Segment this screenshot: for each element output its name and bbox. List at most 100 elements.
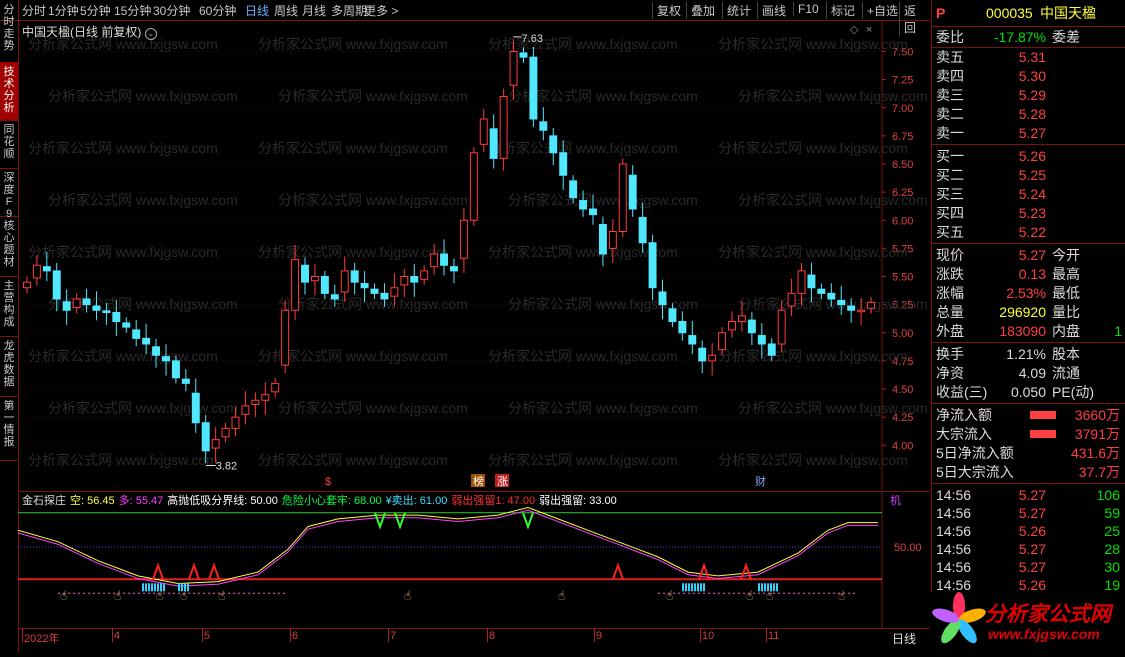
left-tab-4[interactable]: 核心题材 [0,216,18,277]
volume-bar [694,583,696,592]
flow-label: 净流入额 [936,407,992,423]
indicator-svg[interactable]: 50.00 机 ☝ ☝ ☝ ☝ ☝ ☝ ☝ ☝ ☝ ☝ ☝ [17,492,930,628]
divider [932,26,1125,27]
candle [62,289,71,325]
hand-pointer-icon: ☝ [114,588,121,602]
volume-bar [776,583,778,592]
period-tab-2[interactable]: 5分钟 [80,2,111,19]
bid-label: 买二 [936,167,964,183]
left-tab-1[interactable]: 技术分析 [0,62,18,121]
kline-chart[interactable]: 7.50 7.25 7.00 6.75 6.50 6.25 6.00 5.75 5.50 5.25… [18,21,930,489]
period-tab-5[interactable]: 60分钟 [199,2,236,19]
candle [221,422,230,443]
stat-label: 总量 [936,304,964,320]
period-tab-0[interactable]: 分时 [22,2,46,19]
time-label: 9 [596,630,603,642]
left-tab-3[interactable]: 深度F9 [0,168,18,220]
stat-label2: 今开 [1052,247,1080,263]
period-tab-1[interactable]: 1分钟 [48,2,79,19]
flow-label: 大宗流入 [936,426,992,442]
stat-value: 183090 [999,323,1046,339]
diamond-icon[interactable]: ◇ [850,24,859,36]
period-tab-3[interactable]: 15分钟 [114,2,151,19]
fundamental-row: 净资 4.09 流通 [936,364,1122,382]
price-tick-label: 7.00 [892,103,913,115]
indicator-item: ¥卖出: 61.00 [385,495,448,507]
left-tab-label: 核心题材 [3,220,15,268]
volume-bar [761,583,763,592]
watermark-text: 分析家公式网 www.fxjgsw.com [48,400,238,416]
volume-bar [688,583,690,592]
bid-price: 5.26 [1018,148,1046,164]
period-tab-4[interactable]: 30分钟 [153,2,190,19]
price-tick-label: 5.50 [892,272,913,284]
left-tab-2[interactable]: 同花顺 [0,120,18,169]
toolbar-action-2[interactable]: 统计 [722,2,755,19]
toolbar-action-3[interactable]: 画线 [757,2,790,19]
period-tab-7[interactable]: 周线 [274,2,298,19]
tick-volume: 30 [1104,559,1120,575]
toolbar-action-5[interactable]: 标记 [826,2,859,19]
candle [122,317,131,333]
indicator-pane[interactable]: 50.00 机 ☝ ☝ ☝ ☝ ☝ ☝ ☝ ☝ ☝ ☝ ☝ [17,491,930,628]
toolbar-action-1[interactable]: 叠加 [686,2,719,19]
chart-marker[interactable]: 财 [755,474,766,488]
watermark-text: 分析家公式网 www.fxjgsw.com [278,88,468,104]
fund-label2: PE(动) [1052,384,1094,400]
chart-marker[interactable]: $ [325,476,331,488]
candle [708,342,717,376]
candle [400,268,409,298]
toolbar-action-6[interactable]: +自选 [862,2,902,19]
fund-label2: 股本 [1052,346,1080,362]
candle [747,312,756,346]
ask-label: 卖三 [936,87,964,103]
volume-bar [151,583,153,592]
tick-row: 14:56 5.27 30 [936,558,1122,576]
chevron-down-icon[interactable]: ⌄ [144,28,157,40]
tick-volume: 106 [1096,487,1120,503]
indicator-name[interactable]: 金石探庄 [22,495,66,507]
chart-marker[interactable]: 涨 [497,475,508,488]
period-tab-8[interactable]: 月线 [302,2,326,19]
candle [688,320,697,355]
period-tab-9[interactable]: 多周期 [331,2,367,19]
toolbar-action-4[interactable]: F10 [793,2,823,16]
ask-level: 卖四 5.30 [936,67,1122,85]
watermark-text: 分析家公式网 www.fxjgsw.com [488,348,678,364]
hand-pointer-icon: ☝ [746,588,753,602]
watermark-text: 分析家公式网 www.fxjgsw.com [718,36,908,52]
left-tab-7[interactable]: 第一情报 [0,396,18,461]
time-tick [388,628,389,642]
watermark-text: 分析家公式网 www.fxjgsw.com [278,296,468,312]
period-label[interactable]: 日线 [892,630,916,647]
chart-marker[interactable]: 榜 [473,474,484,488]
candle [549,128,558,166]
tick-volume: 59 [1104,505,1120,521]
kline-svg[interactable]: 7.507.257.006.756.506.256.005.755.505.25… [18,21,930,489]
ask-level: 卖五 5.31 [936,48,1122,66]
left-tab-label: 分时走势 [3,4,15,52]
bid-level: 买五 5.22 [936,223,1122,241]
price-tick-label: 7.25 [892,75,913,87]
toolbar-action-0[interactable]: 复权 [652,2,685,19]
left-tab-0[interactable]: 分时走势 [0,0,18,63]
logo-text: 分析家公式网 [985,603,1111,626]
indicator-item: 多: 55.47 [118,495,164,507]
left-tab-5[interactable]: 主营构成 [0,276,18,337]
bid-label: 买五 [936,224,964,240]
left-tab-6[interactable]: 龙虎数据 [0,336,18,397]
indicator-item: 高抛低吸分界线: 50.00 [167,495,278,507]
candle [301,257,309,295]
candle [648,234,657,301]
period-tab-6[interactable]: 日线 [245,2,269,19]
price-tick-label: 4.50 [892,384,913,396]
period-toolbar: 分时 1分钟 5分钟 15分钟 30分钟 60分钟 日线 周线 月线 多周期 更多 > 复权 叠加 统计画… [0,0,930,36]
watermark-text: 分析家公式网 www.fxjgsw.com [738,400,928,416]
candle [539,107,548,141]
watermark-text: 分析家公式网 www.fxjgsw.com [718,348,908,364]
hand-pointer-icon: ☝ [404,588,411,602]
divider [932,144,1125,145]
left-tab-label: 第一情报 [3,400,15,448]
close-icon[interactable]: × [866,24,872,36]
period-tab-10[interactable]: 更多 > [364,2,398,19]
